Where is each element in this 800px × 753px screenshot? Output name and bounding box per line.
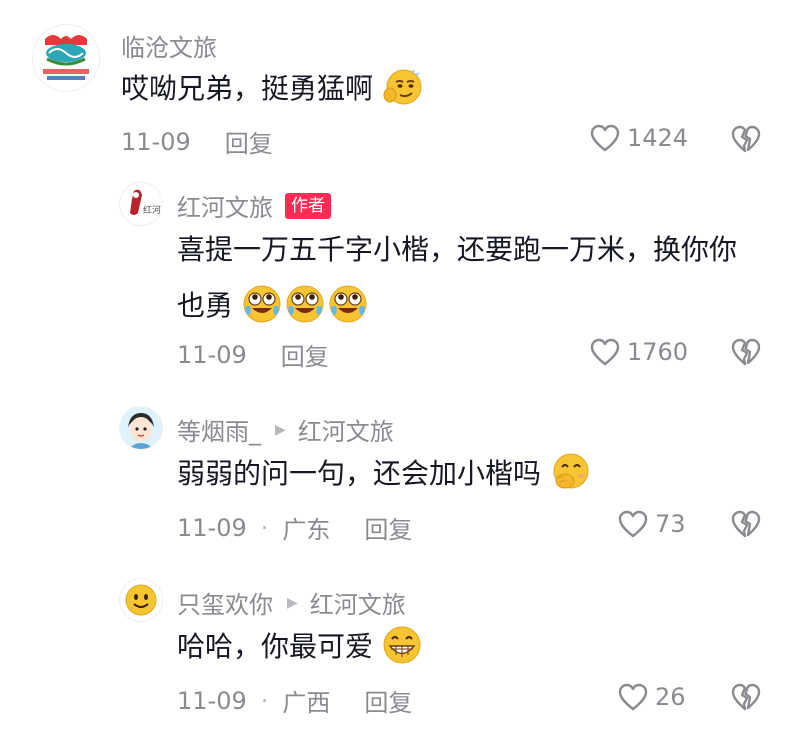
heart-outline-icon[interactable] <box>589 123 621 153</box>
dislike-button[interactable] <box>730 509 762 539</box>
broken-heart-icon[interactable] <box>730 337 762 367</box>
like-count: 1760 <box>627 338 689 366</box>
smirk-emoji-icon <box>383 69 422 105</box>
comment-date: 11-09 <box>121 127 191 156</box>
comment-text-line: 喜提一万五千字小楷，还要跑一万米，换你你 <box>177 233 738 266</box>
comment-location: 广东 <box>282 516 331 544</box>
comment-date: 11-09 <box>177 513 247 542</box>
comment-location: 广西 <box>282 689 331 717</box>
avatar[interactable] <box>119 406 163 450</box>
comment-text-content: 弱弱的问一句，还会加小楷吗 <box>177 457 542 490</box>
comment-meta: 11-09 · 广西 回复 <box>177 683 412 718</box>
like-count: 26 <box>655 683 686 711</box>
broken-heart-icon[interactable] <box>730 682 762 712</box>
avatar[interactable]: 红河 <box>119 182 163 226</box>
dislike-button[interactable] <box>730 682 762 712</box>
author-name[interactable]: 临沧文旅 <box>121 28 217 63</box>
comment-text-content: 哎呦兄弟，挺勇猛啊 <box>121 72 374 105</box>
like-count: 73 <box>655 510 686 538</box>
crying-laughing-emoji-icon <box>329 285 367 323</box>
crying-laughing-emoji-icon <box>286 285 324 323</box>
crying-laughing-emoji-icon <box>243 285 281 323</box>
comment-author[interactable]: 等烟雨_ ▶ 红河文旅 <box>177 412 394 447</box>
avatar[interactable] <box>32 24 100 92</box>
play-arrow-icon: ▶ <box>287 594 298 611</box>
like-button[interactable]: 73 <box>617 509 686 539</box>
author-name[interactable]: 红河文旅 <box>177 188 273 223</box>
comment-date: 11-09 <box>177 686 247 715</box>
reply-to-name[interactable]: 红河文旅 <box>298 412 394 447</box>
author-badge: 作者 <box>285 192 331 219</box>
comment-author[interactable]: 只玺欢你 ▶ 红河文旅 <box>177 585 406 620</box>
author-name[interactable]: 只玺欢你 <box>177 585 273 620</box>
comment-text: 哈哈，你最可爱 <box>177 619 422 675</box>
grinning-emoji-icon <box>383 626 421 664</box>
avatar[interactable] <box>119 578 163 622</box>
comment-author[interactable]: 临沧文旅 <box>121 28 217 63</box>
separator-dot: · <box>260 513 269 542</box>
like-button[interactable]: 1760 <box>589 337 688 367</box>
heart-outline-icon[interactable] <box>617 509 649 539</box>
heart-outline-icon[interactable] <box>589 337 621 367</box>
reply-to-name[interactable]: 红河文旅 <box>310 585 406 620</box>
broken-heart-icon[interactable] <box>730 509 762 539</box>
author-name[interactable]: 等烟雨_ <box>177 412 261 447</box>
reply-button[interactable]: 回复 <box>364 510 412 545</box>
comment-text-content: 哈哈，你最可爱 <box>177 630 374 663</box>
svg-text:红河: 红河 <box>143 204 161 216</box>
comment-meta: 11-09 回复 <box>121 124 273 159</box>
hand-over-mouth-emoji-icon <box>553 453 589 489</box>
comment-text: 哎呦兄弟，挺勇猛啊 <box>121 61 422 117</box>
comment-text: 弱弱的问一句，还会加小楷吗 <box>177 446 590 502</box>
like-button[interactable]: 1424 <box>589 123 688 153</box>
like-button[interactable]: 26 <box>617 682 686 712</box>
comment-text-content: 也勇 <box>177 289 234 322</box>
play-arrow-icon: ▶ <box>275 421 286 438</box>
comment-meta: 11-09 回复 <box>177 337 329 372</box>
reply-button[interactable]: 回复 <box>281 337 329 372</box>
reply-button[interactable]: 回复 <box>364 683 412 718</box>
reply-button[interactable]: 回复 <box>225 124 273 159</box>
like-count: 1424 <box>627 124 689 152</box>
comment-meta: 11-09 · 广东 回复 <box>177 510 412 545</box>
comment-text-line-2: 也勇 <box>177 278 737 334</box>
broken-heart-icon[interactable] <box>730 124 762 154</box>
heart-outline-icon[interactable] <box>617 682 649 712</box>
separator-dot: · <box>260 686 269 715</box>
dislike-button[interactable] <box>730 337 762 367</box>
comment-author[interactable]: 红河文旅 作者 <box>177 188 331 223</box>
comment-date: 11-09 <box>177 340 247 369</box>
dislike-button[interactable] <box>730 124 762 154</box>
comment-text: 喜提一万五千字小楷，还要跑一万米，换你你 也勇 <box>177 222 737 334</box>
